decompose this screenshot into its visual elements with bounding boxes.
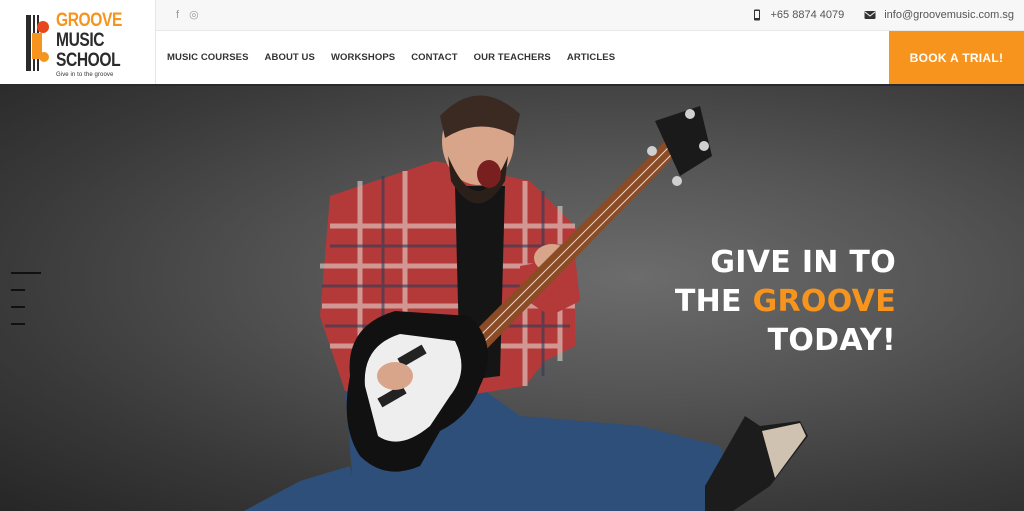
logo-name-line3: SCHOOL <box>56 50 121 71</box>
top-bar: f ◎ +65 8874 4079 info@groovemusic.com.s… <box>156 0 1024 31</box>
nav-item-our-teachers[interactable]: OUR TEACHERS <box>474 52 551 63</box>
book-trial-button[interactable]: BOOK A TRIAL! <box>889 31 1024 84</box>
hero-line-2-accent: GROOVE <box>752 284 896 319</box>
nav-item-articles[interactable]: ARTICLES <box>567 52 615 63</box>
phone-number[interactable]: +65 8874 4079 <box>771 8 845 22</box>
hero-line-2-prefix: THE <box>674 284 753 319</box>
logo-tagline: Give in to the groove <box>56 72 114 78</box>
logo-mark-icon <box>26 15 49 71</box>
nav-item-about-us[interactable]: ABOUT US <box>265 52 315 63</box>
logo[interactable]: GROOVE MUSIC SCHOOL Give in to the groov… <box>0 0 156 84</box>
logo-name-line1: GROOVE <box>56 10 122 31</box>
hero-line-1: GIVE IN TO <box>710 245 896 280</box>
main-nav: MUSIC COURSES ABOUT US WORKSHOPS CONTACT… <box>156 31 1024 84</box>
nav-item-workshops[interactable]: WORKSHOPS <box>331 52 395 63</box>
facebook-icon[interactable]: f <box>176 9 179 21</box>
phone-icon <box>753 9 760 21</box>
hero-banner: GIVE IN TO THE GROOVE TODAY! <box>0 84 1024 511</box>
nav-item-music-courses[interactable]: MUSIC COURSES <box>167 52 249 63</box>
hero-line-2: THE GROOVE <box>675 282 896 321</box>
hero-line-3: TODAY! <box>767 323 896 358</box>
hamburger-menu-icon[interactable] <box>11 272 41 328</box>
nav-item-contact[interactable]: CONTACT <box>411 52 457 63</box>
social-links: f ◎ <box>176 9 199 21</box>
contact-info: +65 8874 4079 info@groovemusic.com.sg <box>751 8 1014 22</box>
logo-text: GROOVE MUSIC SCHOOL Give in to the groov… <box>56 10 136 79</box>
mail-icon <box>864 11 876 19</box>
nav-links: MUSIC COURSES ABOUT US WORKSHOPS CONTACT… <box>167 31 615 84</box>
logo-name-line2: MUSIC <box>56 30 105 51</box>
email-address[interactable]: info@groovemusic.com.sg <box>884 8 1014 22</box>
instagram-icon[interactable]: ◎ <box>189 9 199 21</box>
hero-headline: GIVE IN TO THE GROOVE TODAY! <box>675 243 896 360</box>
